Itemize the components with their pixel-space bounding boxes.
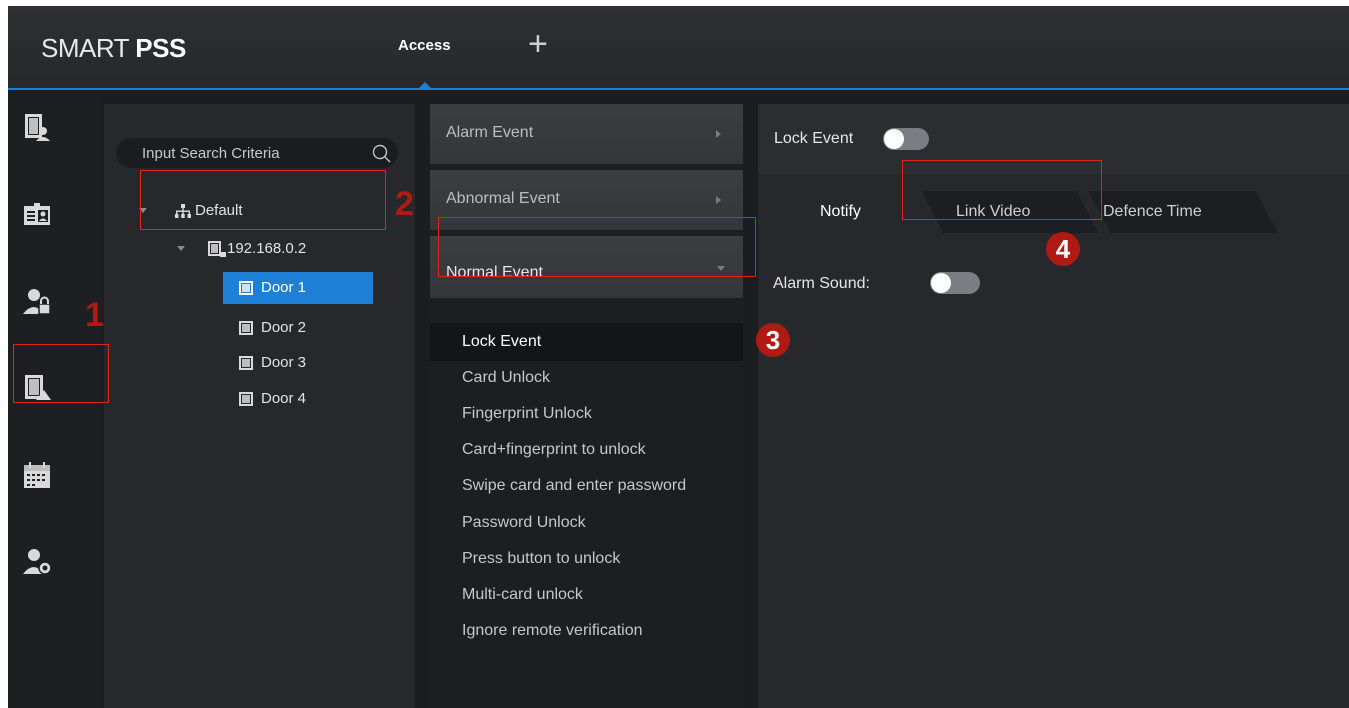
title-bar: SMART PSS Access + <box>8 6 1349 88</box>
event-item-lock-event[interactable]: Lock Event <box>462 333 541 351</box>
annotation-badge-4: 4 <box>1046 232 1080 266</box>
toggle-knob <box>884 129 904 149</box>
id-card-icon[interactable] <box>22 200 52 230</box>
door-icon <box>239 281 253 295</box>
door-icon <box>239 356 253 370</box>
annotation-badge-1: 1 <box>85 296 104 334</box>
event-item-card-unlock[interactable]: Card Unlock <box>462 369 550 387</box>
door-user-icon[interactable] <box>22 112 52 142</box>
annotation-badge-2: 2 <box>395 185 414 223</box>
event-item-card-fingerprint-unlock[interactable]: Card+fingerprint to unlock <box>462 441 646 459</box>
lock-event-toggle[interactable] <box>883 128 929 150</box>
search-box <box>116 138 398 168</box>
chevron-right-icon <box>716 196 721 204</box>
chevron-right-icon <box>716 130 721 138</box>
tree-node-label: Door 1 <box>261 279 307 296</box>
event-group-label: Abnormal Event <box>446 190 560 207</box>
annotation-box-4 <box>902 160 1102 220</box>
calendar-icon[interactable] <box>22 460 52 490</box>
annotation-box-3 <box>438 217 756 277</box>
event-enable-label: Lock Event <box>774 130 854 147</box>
event-group-alarm[interactable]: Alarm Event <box>430 104 743 164</box>
alarm-sound-label: Alarm Sound: <box>773 275 870 292</box>
event-item-fingerprint-unlock[interactable]: Fingerprint Unlock <box>462 405 592 423</box>
device-icon <box>208 241 226 257</box>
tree-node-door-1[interactable]: Door 1 <box>223 272 373 304</box>
tree-node-label: Door 2 <box>261 319 307 336</box>
toggle-knob <box>931 273 951 293</box>
user-lock-icon[interactable] <box>22 286 52 316</box>
event-item-swipe-card-password[interactable]: Swipe card and enter password <box>462 477 686 495</box>
tree-node-label: Door 3 <box>261 354 307 371</box>
title-accent-line <box>8 88 1349 90</box>
tab-access[interactable]: Access <box>398 37 451 54</box>
annotation-badge-3: 3 <box>756 323 790 357</box>
app-logo: SMART PSS <box>41 33 186 63</box>
event-item-multi-card-unlock[interactable]: Multi-card unlock <box>462 586 583 604</box>
annotation-box-1 <box>13 344 109 403</box>
search-input[interactable] <box>142 144 352 162</box>
tree-node-label: 192.168.0.2 <box>227 240 307 257</box>
tab-defence-time[interactable]: Defence Time <box>1103 191 1202 233</box>
search-icon[interactable] <box>372 144 392 164</box>
user-settings-icon[interactable] <box>22 546 52 576</box>
add-tab-button[interactable]: + <box>528 27 548 61</box>
event-item-ignore-remote-verification[interactable]: Ignore remote verification <box>462 622 643 640</box>
door-icon <box>239 392 253 406</box>
event-item-press-button-unlock[interactable]: Press button to unlock <box>462 550 620 568</box>
annotation-box-2 <box>140 170 386 230</box>
smart-pss-window: SMART PSS Access + Input Search Criteria… <box>8 6 1349 708</box>
expand-caret-icon[interactable] <box>177 246 185 251</box>
event-group-label: Alarm Event <box>446 124 534 141</box>
door-icon <box>239 321 253 335</box>
event-item-password-unlock[interactable]: Password Unlock <box>462 514 586 532</box>
event-list-panel: Alarm Event Abnormal Event Normal Event … <box>430 104 743 708</box>
alarm-sound-toggle[interactable] <box>930 272 980 294</box>
tree-node-label: Door 4 <box>261 390 307 407</box>
tab-notify[interactable]: Notify <box>820 191 861 233</box>
